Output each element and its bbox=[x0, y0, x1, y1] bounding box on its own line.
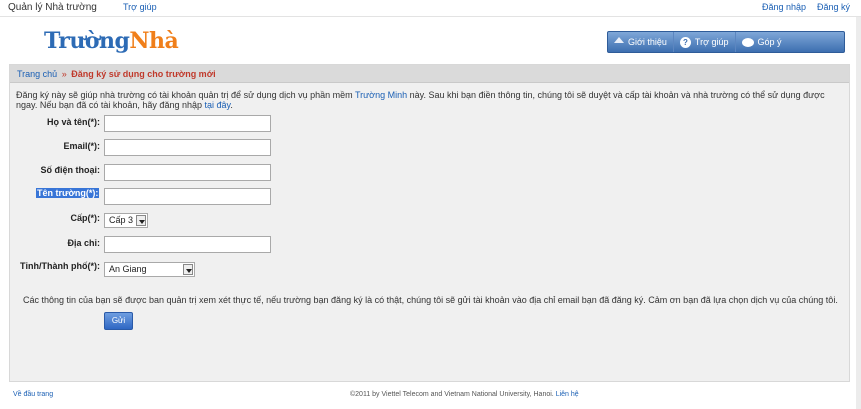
fullname-label: Họ và tên(*): bbox=[46, 117, 100, 127]
home-icon bbox=[614, 36, 624, 43]
breadcrumb-home-link[interactable]: Trang chủ bbox=[17, 69, 57, 79]
nav-about-button[interactable]: Giới thiệu bbox=[608, 32, 674, 52]
nav-help-button[interactable]: ? Trợ giúp bbox=[674, 32, 736, 52]
phone-input[interactable] bbox=[104, 164, 271, 181]
login-link[interactable]: Đăng nhập bbox=[762, 2, 806, 12]
province-dropdown-arrow-icon[interactable] bbox=[183, 264, 193, 275]
breadcrumb-separator: » bbox=[61, 69, 67, 79]
level-select[interactable]: Cấp 3 bbox=[104, 213, 148, 228]
level-select-value: Cấp 3 bbox=[109, 215, 134, 225]
province-select-value: An Giang bbox=[109, 264, 147, 274]
phone-label: Số điện thoại: bbox=[40, 165, 101, 175]
nav-feedback-label: Góp ý bbox=[757, 37, 782, 47]
site-logo[interactable]: TrườngNhà bbox=[44, 28, 179, 54]
help-icon: ? bbox=[679, 36, 691, 48]
nav-feedback-button[interactable]: Góp ý bbox=[736, 32, 788, 52]
level-label: Cấp(*): bbox=[70, 213, 101, 223]
copyright: ©2011 by Viettel Telecom and Vietnam Nat… bbox=[350, 391, 579, 398]
back-to-top-link[interactable]: Về đầu trang bbox=[13, 391, 53, 398]
site-name: Quản lý Nhà trường bbox=[8, 2, 97, 13]
top-help-link[interactable]: Trợ giúp bbox=[123, 2, 157, 12]
address-label: Địa chỉ: bbox=[67, 238, 100, 248]
fullname-input[interactable] bbox=[104, 115, 271, 132]
submit-button[interactable]: Gửi bbox=[104, 312, 133, 330]
school-name-label: Tên trường(*): bbox=[36, 188, 100, 198]
copyright-text: ©2011 by Viettel Telecom and Vietnam Nat… bbox=[350, 391, 556, 398]
form-note: Các thông tin của bạn sẽ được ban quản t… bbox=[23, 295, 838, 305]
logo-part-1: Trường bbox=[44, 28, 130, 54]
chat-bubble-icon bbox=[741, 37, 754, 47]
login-here-link[interactable]: tại đây bbox=[204, 100, 230, 110]
intro-text-before: Đăng ký này sẽ giúp nhà trường có tài kh… bbox=[16, 90, 355, 100]
email-label: Email(*): bbox=[63, 141, 100, 151]
registration-panel: Trang chủ » Đăng ký sử dụng cho trường m… bbox=[9, 64, 850, 382]
level-dropdown-arrow-icon[interactable] bbox=[136, 215, 146, 226]
breadcrumb-current: Đăng ký sử dụng cho trường mới bbox=[71, 69, 216, 79]
province-select[interactable]: An Giang bbox=[104, 262, 195, 277]
scrollbar[interactable] bbox=[856, 17, 861, 409]
logo-part-2: Nhà bbox=[129, 28, 179, 54]
address-input[interactable] bbox=[104, 236, 271, 253]
breadcrumb: Trang chủ » Đăng ký sử dụng cho trường m… bbox=[10, 65, 849, 83]
main-nav: Giới thiệu ? Trợ giúp Góp ý bbox=[607, 31, 845, 53]
intro-text: Đăng ký này sẽ giúp nhà trường có tài kh… bbox=[16, 90, 846, 110]
nav-about-label: Giới thiệu bbox=[628, 37, 667, 47]
product-link[interactable]: Trường Minh bbox=[355, 90, 407, 100]
email-input[interactable] bbox=[104, 139, 271, 156]
top-bar: Quản lý Nhà trường Trợ giúp Đăng nhập Đă… bbox=[0, 0, 861, 16]
top-divider bbox=[0, 16, 861, 17]
intro-text-after: . bbox=[230, 100, 233, 110]
register-link[interactable]: Đăng ký bbox=[817, 2, 850, 12]
nav-help-label: Trợ giúp bbox=[694, 37, 729, 47]
school-name-input[interactable] bbox=[104, 188, 271, 205]
province-label: Tỉnh/Thành phố(*): bbox=[20, 261, 100, 271]
contact-link[interactable]: Liên hệ bbox=[556, 391, 579, 398]
